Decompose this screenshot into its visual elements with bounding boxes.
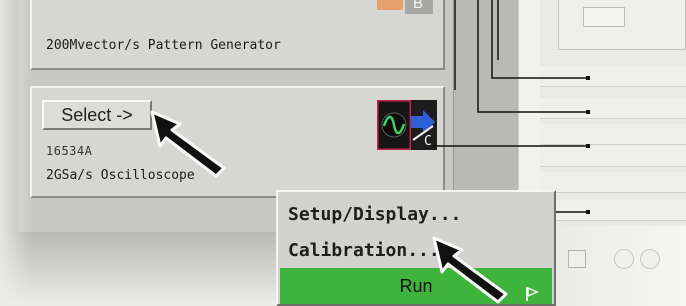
menu-item-run-label: Run [399,276,433,296]
menu-item-calibration[interactable]: Calibration... [280,234,552,268]
flag-icon [524,278,540,301]
menu-item-run[interactable]: Run [280,268,552,304]
context-menu: Setup/Display... Calibration... Run [276,190,556,306]
screen: B 200Mvector/s Pattern Generator Select … [0,0,686,306]
menu-item-setup-display[interactable]: Setup/Display... [280,198,552,232]
